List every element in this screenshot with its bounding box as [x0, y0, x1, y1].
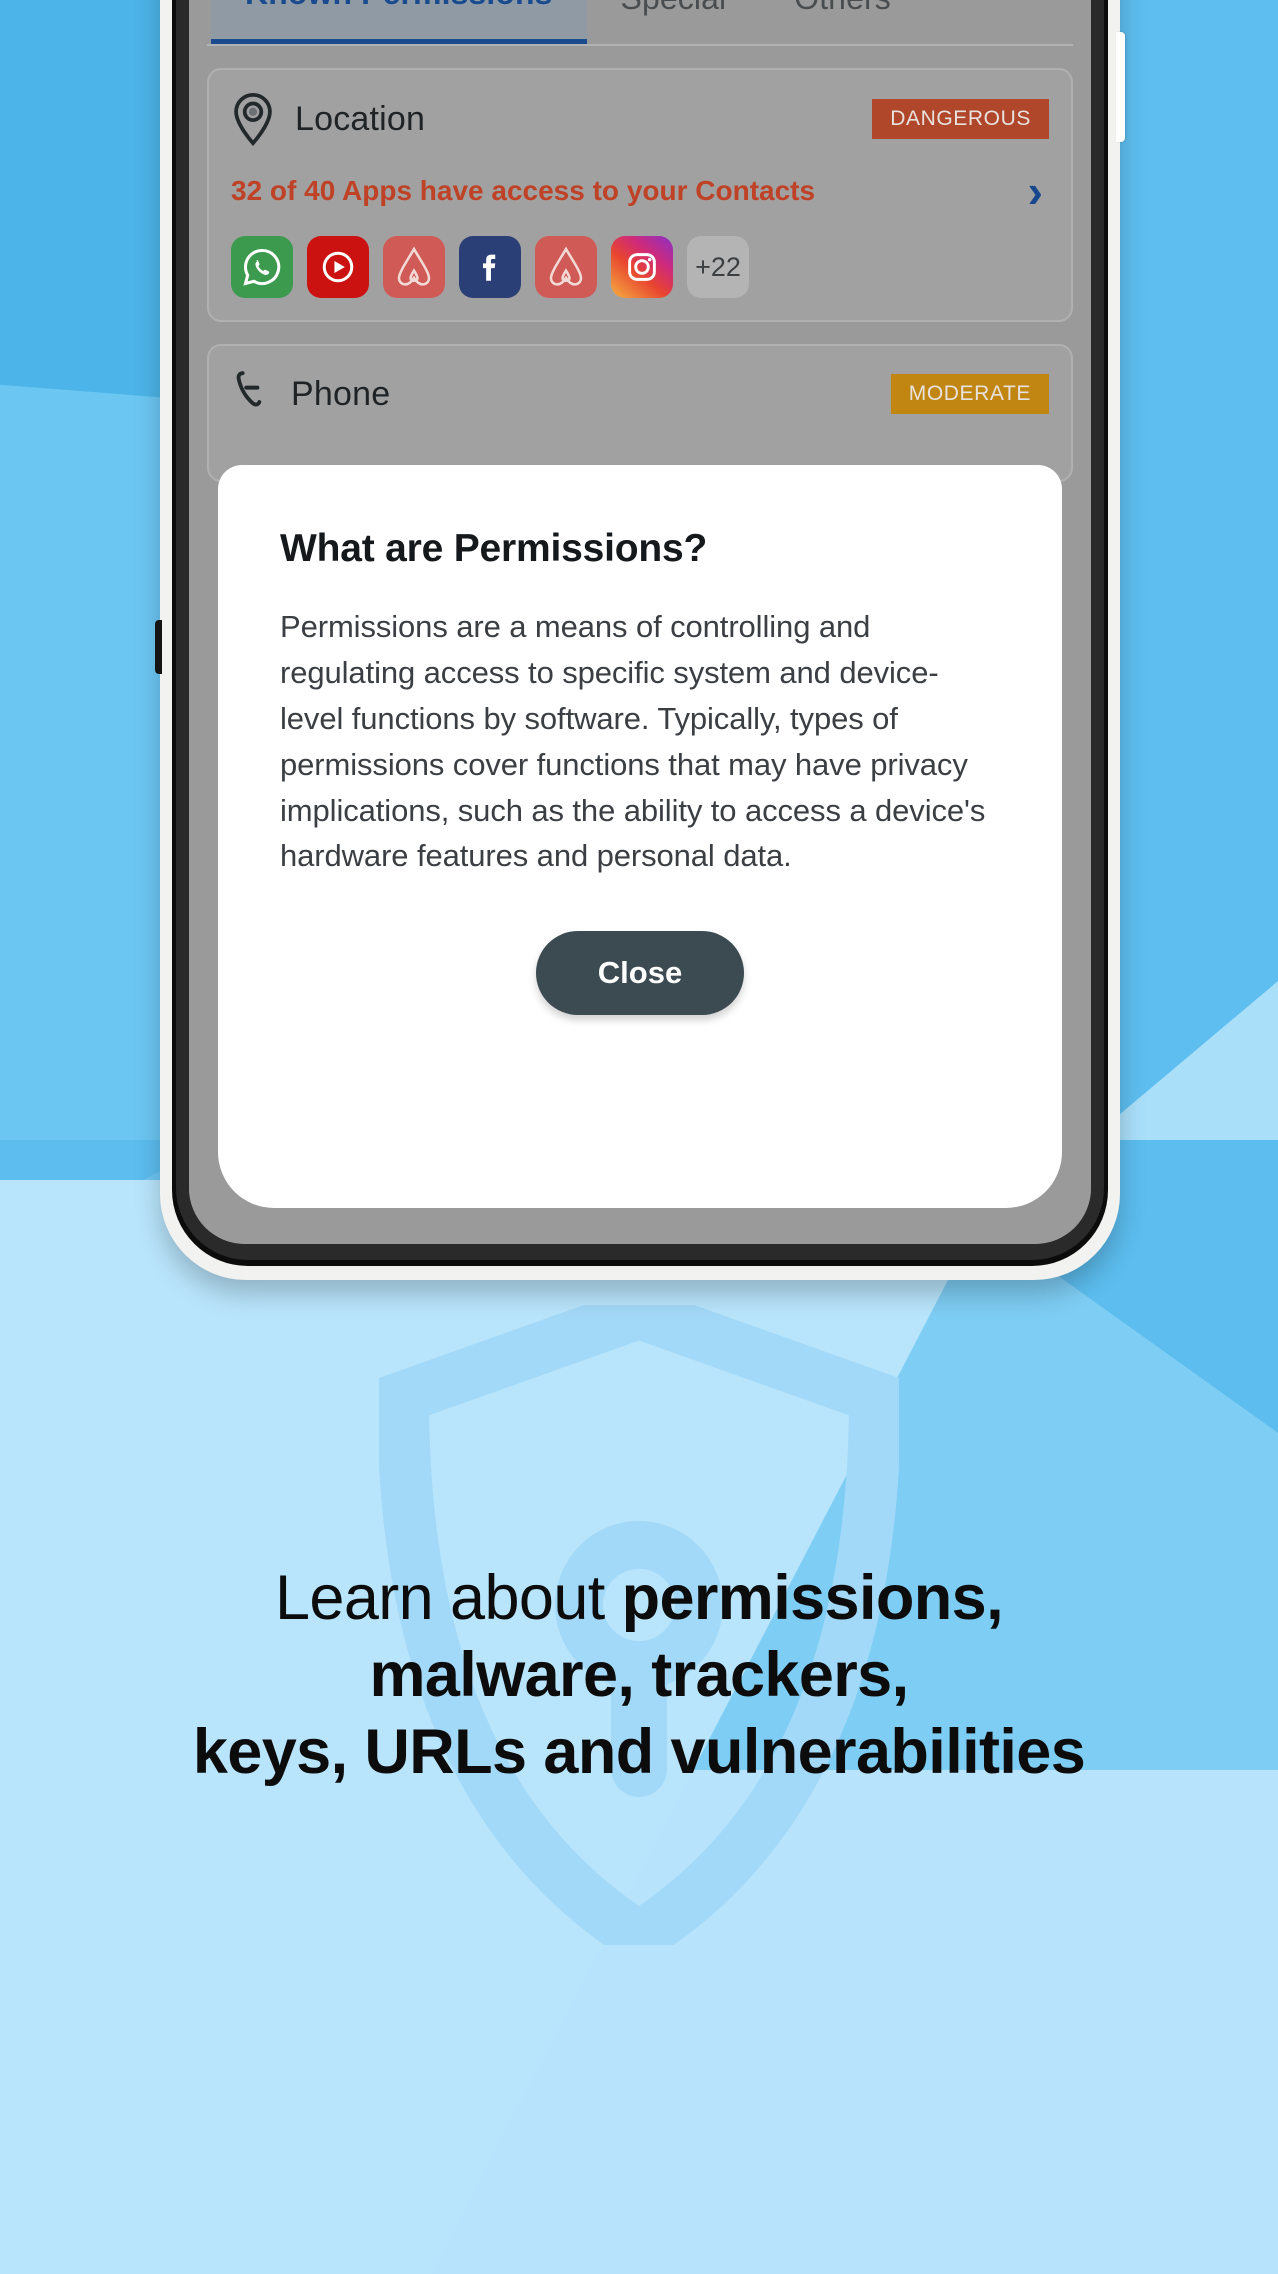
app-icon-list: +22 [231, 236, 1049, 298]
promo-headline: Learn about permissions, malware, tracke… [0, 1560, 1278, 1791]
tab-others-label: Others [794, 0, 891, 17]
permission-title-phone: Phone [291, 374, 391, 413]
youtube-icon[interactable] [307, 236, 369, 298]
permission-card-phone[interactable]: Phone MODERATE [207, 344, 1073, 482]
phone-side-button-left[interactable] [155, 620, 162, 674]
permission-card-header: Location DANGEROUS [231, 92, 1049, 146]
headline-line-1: Learn about permissions, [30, 1560, 1248, 1637]
headline-line-1-regular: Learn about [274, 1563, 622, 1633]
instagram-icon[interactable] [611, 236, 673, 298]
headline-line-3: keys, URLs and vulnerabilities [192, 1716, 1086, 1787]
location-pin-icon [234, 92, 272, 146]
tab-known-permissions-label: Known Permissions [245, 0, 553, 12]
phone-side-button-volume[interactable] [1116, 32, 1125, 142]
dialog-title: What are Permissions? [280, 527, 708, 570]
permission-card-header-left: Phone [231, 368, 390, 420]
close-button[interactable]: Close [535, 931, 745, 1016]
chevron-right-icon[interactable]: › [1028, 168, 1043, 214]
status-badge-dangerous: DANGEROUS [872, 99, 1049, 139]
promo-screenshot: Known Permissions Special Others [0, 0, 1278, 2274]
tab-special[interactable]: Special [587, 0, 761, 44]
tab-known-permissions[interactable]: Known Permissions [211, 0, 587, 44]
tab-bar: Known Permissions Special Others [207, 0, 1073, 46]
phone-mockup: Known Permissions Special Others [155, 0, 1125, 1280]
whatsapp-icon[interactable] [231, 236, 293, 298]
facebook-icon[interactable] [459, 236, 521, 298]
permission-card-location[interactable]: Location DANGEROUS 32 of 40 Apps have ac… [207, 68, 1073, 322]
permission-card-header-left: Location [231, 92, 425, 146]
permission-summary-text: 32 of 40 Apps have access to your Contac… [231, 175, 816, 206]
dialog-body-text: Permissions are a means of controlling a… [280, 609, 986, 874]
tab-special-label: Special [621, 0, 727, 17]
permission-summary-row[interactable]: 32 of 40 Apps have access to your Contac… [231, 168, 1049, 214]
phone-icon [236, 371, 262, 407]
phone-screen: Known Permissions Special Others [189, 0, 1091, 1244]
tab-others[interactable]: Others [760, 0, 925, 44]
dialog-actions: Close [280, 931, 1000, 1016]
headline-line-1-bold: permissions, [621, 1563, 1004, 1633]
permission-card-header: Phone MODERATE [231, 368, 1049, 420]
permission-title-location: Location [295, 99, 426, 138]
status-badge-moderate: MODERATE [890, 374, 1049, 414]
airbnb-icon[interactable] [535, 236, 597, 298]
airbnb-icon[interactable] [383, 236, 445, 298]
more-apps-count[interactable]: +22 [687, 236, 749, 298]
permissions-info-dialog: What are Permissions? Permissions are a … [218, 465, 1062, 1208]
headline-line-2: malware, trackers, [369, 1639, 909, 1710]
